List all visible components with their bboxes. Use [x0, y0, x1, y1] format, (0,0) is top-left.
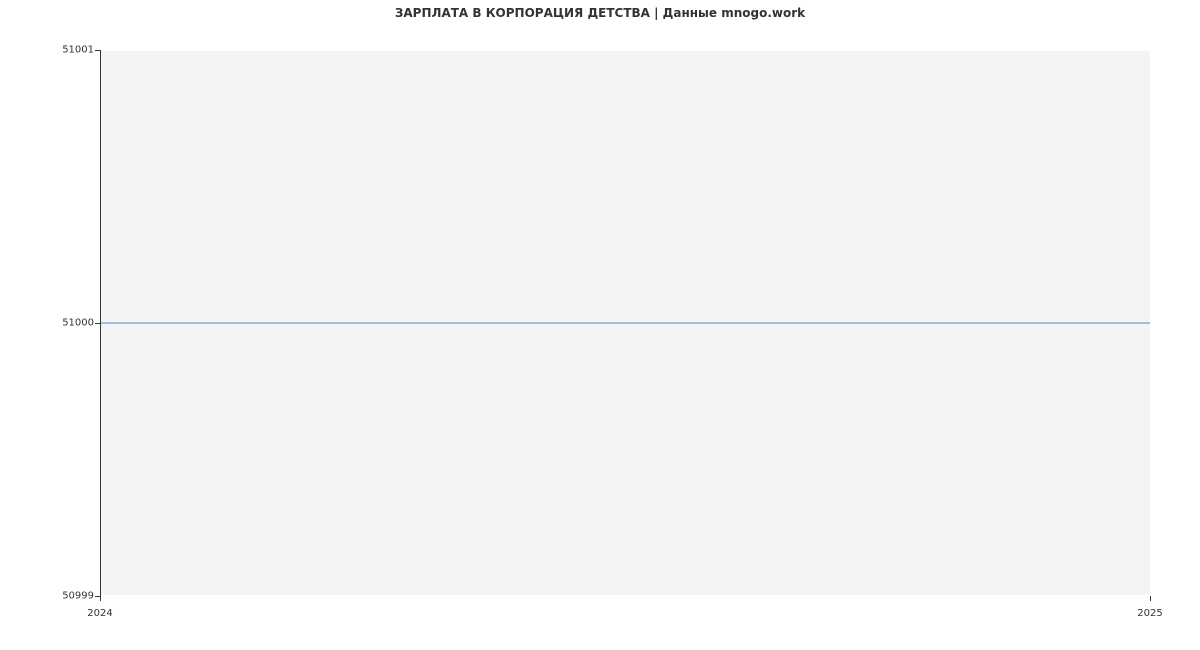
y-tick-mark [95, 323, 100, 324]
y-tick-label: 51000 [54, 318, 94, 329]
plot-area [100, 50, 1150, 596]
chart-title: ЗАРПЛАТА В КОРПОРАЦИЯ ДЕТСТВА | Данные m… [0, 6, 1200, 20]
x-tick-label: 2025 [1137, 608, 1162, 619]
grid-line [101, 595, 1150, 596]
x-tick-mark [100, 596, 101, 601]
grid-line [101, 50, 1150, 51]
y-tick-label: 51001 [54, 45, 94, 56]
x-tick-mark [1150, 596, 1151, 601]
data-series-line [101, 322, 1150, 323]
x-tick-label: 2024 [87, 608, 112, 619]
y-tick-label: 50999 [54, 591, 94, 602]
y-tick-mark [95, 50, 100, 51]
